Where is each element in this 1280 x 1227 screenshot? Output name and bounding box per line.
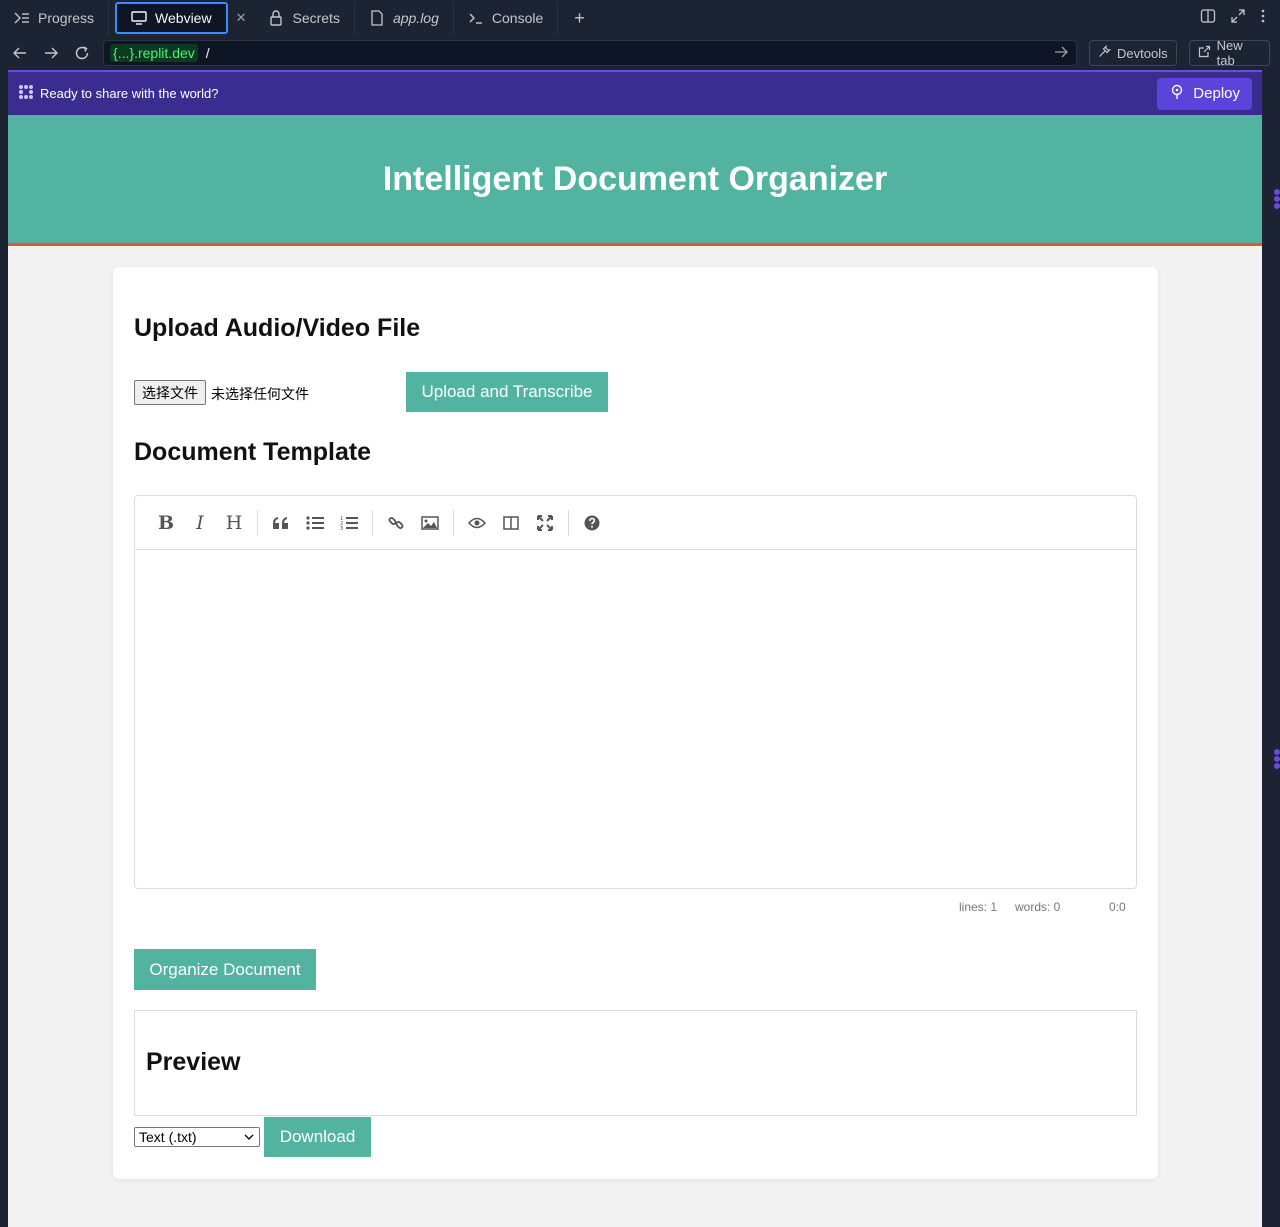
template-heading: Document Template — [134, 438, 372, 466]
deploy-label: Deploy — [1193, 85, 1240, 102]
back-arrow-icon[interactable] — [10, 43, 29, 63]
reload-icon[interactable] — [72, 43, 91, 63]
markdown-editor: B I H 123 — [134, 495, 1137, 889]
upload-heading: Upload Audio/Video File — [134, 314, 421, 342]
go-arrow-icon[interactable] — [1054, 45, 1068, 62]
toolbar-divider — [568, 509, 569, 536]
forward-arrow-icon[interactable] — [41, 43, 60, 63]
link-icon[interactable] — [379, 508, 413, 538]
window-controls — [1200, 0, 1280, 36]
new-tab-button[interactable]: New tab — [1188, 38, 1271, 68]
banner-text: Ready to share with the world? — [40, 86, 219, 101]
organize-document-button[interactable]: Organize Document — [134, 949, 316, 990]
preview-eye-icon[interactable] — [460, 508, 494, 538]
quote-icon[interactable] — [264, 508, 298, 538]
heading-icon[interactable]: H — [217, 508, 251, 538]
external-link-icon — [1198, 45, 1211, 61]
tab-label: Progress — [38, 10, 95, 26]
ordered-list-icon[interactable]: 123 — [332, 508, 366, 538]
more-menu-icon[interactable] — [1260, 8, 1266, 29]
toolbar-divider — [257, 509, 258, 536]
ide-tab-bar: Progress Webview ✕ Secrets app.log Conso… — [0, 0, 1280, 36]
deploy-banner: Ready to share with the world? Deploy — [8, 70, 1262, 115]
main-card: Upload Audio/Video File 选择文件 未选择任何文件 Upl… — [113, 267, 1158, 1179]
tab-progress[interactable]: Progress — [0, 1, 110, 35]
tab-label: app.log — [392, 10, 439, 26]
tab-secrets[interactable]: Secrets — [254, 1, 355, 35]
url-host: {...}.replit.dev — [110, 44, 198, 62]
lock-icon — [268, 10, 284, 26]
editor-textarea[interactable] — [135, 550, 1136, 888]
tab-app-log[interactable]: app.log — [355, 1, 454, 35]
file-icon — [369, 10, 385, 26]
editor-toolbar: B I H 123 — [135, 496, 1136, 550]
replit-logo-icon — [1270, 188, 1280, 213]
side-by-side-icon[interactable] — [494, 508, 528, 538]
choose-file-button[interactable]: 选择文件 — [134, 380, 206, 405]
app-header: Intelligent Document Organizer — [8, 115, 1262, 246]
unordered-list-icon[interactable] — [298, 508, 332, 538]
image-icon[interactable] — [413, 508, 447, 538]
download-button[interactable]: Download — [264, 1117, 371, 1157]
toolbar-divider — [453, 509, 454, 536]
page-title: Intelligent Document Organizer — [382, 159, 888, 198]
toolbar-divider — [372, 509, 373, 536]
maximize-icon[interactable] — [1230, 8, 1246, 29]
tab-console[interactable]: Console — [454, 1, 559, 35]
new-tab-label: New tab — [1216, 38, 1243, 68]
status-lines: lines: 1 — [959, 900, 998, 914]
preview-panel: Preview — [134, 1010, 1137, 1116]
close-icon[interactable]: ✕ — [228, 10, 255, 26]
tab-label: Secrets — [292, 10, 340, 26]
terminal-icon — [468, 10, 484, 26]
tab-webview[interactable]: Webview — [115, 2, 228, 34]
format-selected-value: Text (.txt) — [139, 1129, 197, 1145]
upload-transcribe-button[interactable]: Upload and Transcribe — [406, 372, 608, 412]
progress-icon — [14, 10, 30, 26]
devtools-label: Devtools — [1117, 45, 1168, 61]
add-tab-icon[interactable]: + — [558, 8, 601, 29]
tab-label: Console — [491, 10, 544, 26]
status-words: words: 0 — [1015, 900, 1061, 914]
wrench-icon — [1098, 44, 1112, 61]
url-path: / — [205, 45, 210, 61]
help-icon[interactable] — [575, 508, 609, 538]
monitor-icon — [131, 10, 147, 26]
replit-logo-icon — [18, 84, 34, 103]
italic-icon[interactable]: I — [183, 508, 217, 538]
webview-url-bar: {...}.replit.dev / Devtools New tab — [0, 36, 1280, 70]
no-file-text: 未选择任何文件 — [211, 386, 309, 402]
replit-logo-icon — [1270, 748, 1280, 773]
tab-label: Webview — [155, 10, 212, 26]
deploy-icon — [1169, 84, 1185, 104]
preview-heading: Preview — [146, 1048, 241, 1076]
bold-icon[interactable]: B — [149, 508, 183, 538]
chevron-down-icon — [244, 1130, 254, 1147]
split-pane-icon[interactable] — [1200, 8, 1216, 29]
devtools-button[interactable]: Devtools — [1089, 40, 1177, 66]
format-select[interactable]: Text (.txt) — [134, 1127, 260, 1147]
webview-pane: Ready to share with the world? Deploy In… — [8, 70, 1262, 1227]
fullscreen-icon[interactable] — [528, 508, 562, 538]
status-cursor: 0:0 — [1109, 900, 1126, 914]
svg-text:3: 3 — [340, 526, 343, 531]
url-input[interactable]: {...}.replit.dev / — [103, 40, 1078, 66]
deploy-button[interactable]: Deploy — [1157, 77, 1252, 110]
